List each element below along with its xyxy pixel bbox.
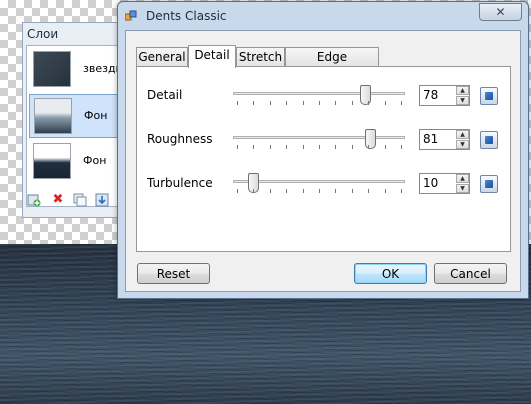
slider-track (233, 136, 405, 139)
slider-tick (385, 145, 386, 149)
spin-up-arrow-icon[interactable]: ▲ (456, 130, 469, 139)
slider-tick (253, 101, 254, 105)
slider-tick (368, 101, 369, 105)
slider-tick (335, 145, 336, 149)
slider-tick (270, 145, 271, 149)
slider-tick (270, 189, 271, 193)
layers-list: звезды Фон Фон (26, 45, 120, 207)
slider-tick (237, 189, 238, 193)
slider-tick (335, 101, 336, 105)
layer-thumbnail (33, 51, 71, 87)
slider-thumb[interactable] (360, 85, 371, 105)
roughness-reset-icon[interactable] (480, 131, 498, 149)
dialog-client-area: General Detail Stretch Edge Behaviour De… (125, 30, 521, 292)
app-icon (124, 10, 138, 22)
layers-panel: Слои звезды Фон Фон ✖ (22, 22, 122, 218)
merge-layer-down-icon[interactable] (95, 193, 109, 207)
detail-value-input[interactable] (423, 88, 453, 102)
slider-track (233, 92, 405, 95)
spin-up-arrow-icon[interactable]: ▲ (456, 86, 469, 95)
spin-down-arrow-icon[interactable]: ▼ (456, 96, 469, 105)
slider-tick (319, 101, 320, 105)
slider-tick (319, 189, 320, 193)
detail-label: Detail (147, 88, 183, 102)
delete-layer-icon[interactable]: ✖ (51, 193, 65, 207)
turbulence-reset-icon[interactable] (480, 175, 498, 193)
slider-tick (237, 145, 238, 149)
slider-tick (286, 145, 287, 149)
slider-tick (253, 145, 254, 149)
turbulence-spinbox[interactable]: ▲ ▼ (419, 173, 470, 194)
layer-item-stars[interactable]: звезды (29, 48, 119, 92)
slider-tick (335, 189, 336, 193)
slider-tick (401, 145, 402, 149)
layer-name: звезды (83, 62, 119, 75)
layer-item-background-selected[interactable]: Фон (29, 94, 119, 138)
add-layer-icon[interactable] (27, 193, 41, 207)
tab-edge-behaviour[interactable]: Edge Behaviour (285, 47, 379, 82)
dialog-title: Dents Classic (146, 9, 227, 23)
roughness-slider[interactable] (233, 129, 405, 153)
layer-thumbnail (34, 98, 72, 134)
slider-tick (286, 189, 287, 193)
slider-tick (401, 189, 402, 193)
slider-tick (352, 101, 353, 105)
detail-slider[interactable] (233, 85, 405, 109)
tab-general[interactable]: General (136, 47, 188, 67)
dents-classic-dialog: Dents Classic ✕ General Detail Stretch E… (117, 1, 529, 299)
roughness-spinbox[interactable]: ▲ ▼ (419, 129, 470, 150)
turbulence-slider[interactable] (233, 173, 405, 197)
slider-tick (253, 189, 254, 193)
slider-tick (385, 101, 386, 105)
layers-panel-title: Слои (27, 27, 59, 41)
slider-tick (368, 189, 369, 193)
slider-tick (303, 189, 304, 193)
layer-thumbnail (33, 143, 71, 179)
slider-tick (286, 101, 287, 105)
slider-tick (368, 145, 369, 149)
tab-stretch[interactable]: Stretch (236, 47, 285, 67)
roughness-value-input[interactable] (423, 132, 453, 146)
layer-name: Фон (84, 109, 108, 122)
layer-item-background[interactable]: Фон (29, 140, 119, 184)
slider-thumb[interactable] (365, 129, 376, 149)
detail-spinbox[interactable]: ▲ ▼ (419, 85, 470, 106)
ok-button[interactable]: OK (354, 263, 427, 284)
duplicate-layer-icon[interactable] (73, 193, 87, 207)
close-button[interactable]: ✕ (479, 3, 522, 21)
slider-tick (401, 101, 402, 105)
turbulence-value-input[interactable] (423, 176, 453, 190)
spin-down-arrow-icon[interactable]: ▼ (456, 184, 469, 193)
slider-tick (385, 189, 386, 193)
slider-tick (237, 101, 238, 105)
slider-tick (319, 145, 320, 149)
turbulence-label: Turbulence (147, 176, 213, 190)
spin-up-arrow-icon[interactable]: ▲ (456, 174, 469, 183)
cancel-button[interactable]: Cancel (434, 263, 507, 284)
detail-reset-icon[interactable] (480, 87, 498, 105)
slider-tick (352, 145, 353, 149)
layer-name: Фон (83, 154, 107, 167)
slider-tick (303, 101, 304, 105)
detail-tab-panel: Detail ▲ ▼ Roughness ▲ ▼ (136, 66, 511, 252)
slider-tick (352, 189, 353, 193)
spin-down-arrow-icon[interactable]: ▼ (456, 140, 469, 149)
roughness-label: Roughness (147, 132, 213, 146)
tab-detail[interactable]: Detail (188, 45, 236, 68)
slider-tick (270, 101, 271, 105)
reset-button[interactable]: Reset (137, 263, 210, 284)
dialog-titlebar[interactable]: Dents Classic ✕ (118, 2, 528, 30)
slider-tick (303, 145, 304, 149)
